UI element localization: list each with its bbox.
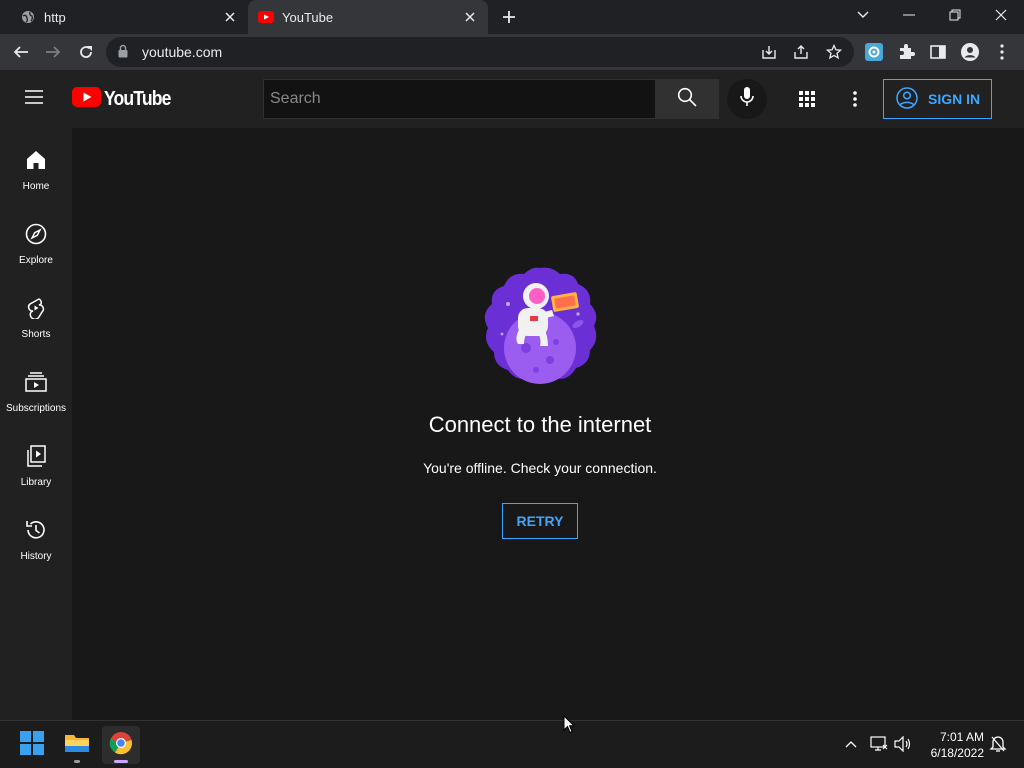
file-explorer-button[interactable]: [58, 726, 96, 764]
network-icon[interactable]: [869, 734, 889, 754]
compass-icon: [24, 222, 48, 246]
youtube-masthead: YouTube SIGN IN: [0, 70, 1024, 128]
windows-logo-icon: [20, 730, 44, 760]
minimize-icon[interactable]: [887, 0, 931, 30]
offline-message: You're offline. Check your connection.: [423, 460, 657, 476]
close-tab-icon[interactable]: [222, 9, 238, 25]
side-panel-icon[interactable]: [928, 42, 948, 62]
offline-heading: Connect to the internet: [428, 412, 652, 437]
extensions-puzzle-icon[interactable]: [896, 42, 916, 62]
youtube-favicon: [258, 9, 274, 25]
folder-icon: [64, 732, 90, 759]
lock-icon[interactable]: [118, 44, 128, 63]
browser-tab-strip: http YouTube: [0, 0, 1024, 34]
chrome-taskbar-button[interactable]: [102, 726, 140, 764]
close-window-icon[interactable]: [979, 0, 1023, 30]
clock-date: 6/18/2022: [930, 746, 984, 760]
sidebar-item-history[interactable]: History: [0, 498, 72, 572]
reload-button[interactable]: [73, 39, 99, 65]
windows-taskbar: 7:01 AM 6/18/2022: [0, 720, 1024, 768]
mini-guide-sidebar: Home Explore Shorts Subscriptions Librar…: [0, 128, 72, 720]
sign-in-label: SIGN IN: [928, 91, 981, 107]
youtube-play-logo-icon: [72, 87, 101, 112]
tab-http[interactable]: http: [0, 0, 248, 34]
mouse-cursor-icon: [563, 714, 576, 739]
history-icon: [24, 518, 48, 542]
account-circle-icon: [896, 86, 918, 112]
clock-time: 7:01 AM: [939, 730, 984, 744]
sidebar-item-label: Explore: [19, 255, 53, 266]
profile-icon[interactable]: [960, 42, 980, 62]
forward-button[interactable]: [40, 39, 66, 65]
sidebar-item-label: Home: [22, 181, 50, 192]
sidebar-item-subscriptions[interactable]: Subscriptions: [0, 350, 72, 424]
globe-icon: [20, 9, 36, 25]
browser-toolbar: youtube.com: [0, 34, 1024, 70]
new-tab-button[interactable]: [498, 6, 520, 28]
address-bar[interactable]: youtube.com: [106, 37, 854, 67]
sidebar-item-explore[interactable]: Explore: [0, 202, 72, 276]
taskbar-clock[interactable]: 7:01 AM 6/18/2022: [920, 729, 984, 761]
apps-grid-icon[interactable]: [795, 87, 819, 111]
notifications-icon[interactable]: [988, 734, 1008, 754]
voice-search-button[interactable]: [727, 79, 767, 119]
chrome-icon: [109, 731, 133, 760]
tab-title: http: [44, 9, 66, 25]
logo-wordmark: YouTube: [104, 88, 171, 110]
close-tab-icon[interactable]: [462, 9, 478, 25]
youtube-logo[interactable]: YouTube: [72, 87, 180, 112]
show-hidden-icons-chevron-icon[interactable]: [841, 734, 861, 754]
install-app-icon[interactable]: [760, 43, 778, 61]
sidebar-item-library[interactable]: Library: [0, 424, 72, 498]
start-button[interactable]: [13, 726, 51, 764]
shorts-icon: [24, 296, 48, 320]
sidebar-item-label: Shorts: [21, 329, 51, 340]
sign-in-button[interactable]: SIGN IN: [883, 79, 992, 119]
search-icon: [677, 87, 697, 112]
volume-icon[interactable]: [893, 734, 913, 754]
tab-title: YouTube: [282, 9, 334, 25]
microphone-icon: [740, 86, 754, 112]
sidebar-item-label: Subscriptions: [5, 403, 67, 414]
home-icon: [24, 148, 48, 172]
restore-icon[interactable]: [933, 0, 977, 30]
tab-search-chevron-icon[interactable]: [841, 0, 885, 30]
search-input[interactable]: [264, 80, 655, 118]
back-button[interactable]: [8, 39, 34, 65]
sidebar-item-label: Library: [20, 477, 52, 488]
chrome-menu-icon[interactable]: [992, 42, 1012, 62]
offline-astronaut-illustration: [478, 264, 602, 388]
share-icon[interactable]: [792, 43, 810, 61]
extension-icon[interactable]: [864, 42, 884, 62]
main-content: Connect to the internet You're offline. …: [72, 128, 1024, 720]
search-box[interactable]: [263, 79, 656, 119]
active-indicator: [114, 760, 128, 763]
search-button[interactable]: [655, 79, 719, 119]
retry-button[interactable]: RETRY: [502, 503, 578, 539]
sidebar-item-shorts[interactable]: Shorts: [0, 276, 72, 350]
library-icon: [24, 444, 48, 468]
sidebar-item-label: History: [20, 551, 52, 562]
tab-youtube[interactable]: YouTube: [248, 0, 488, 34]
bookmark-star-icon[interactable]: [825, 43, 843, 61]
guide-menu-icon[interactable]: [24, 89, 48, 109]
url-text: youtube.com: [142, 44, 223, 60]
settings-more-icon[interactable]: [843, 87, 867, 111]
subscriptions-icon: [24, 370, 48, 394]
sidebar-item-home[interactable]: Home: [0, 128, 72, 202]
running-indicator: [74, 760, 80, 763]
